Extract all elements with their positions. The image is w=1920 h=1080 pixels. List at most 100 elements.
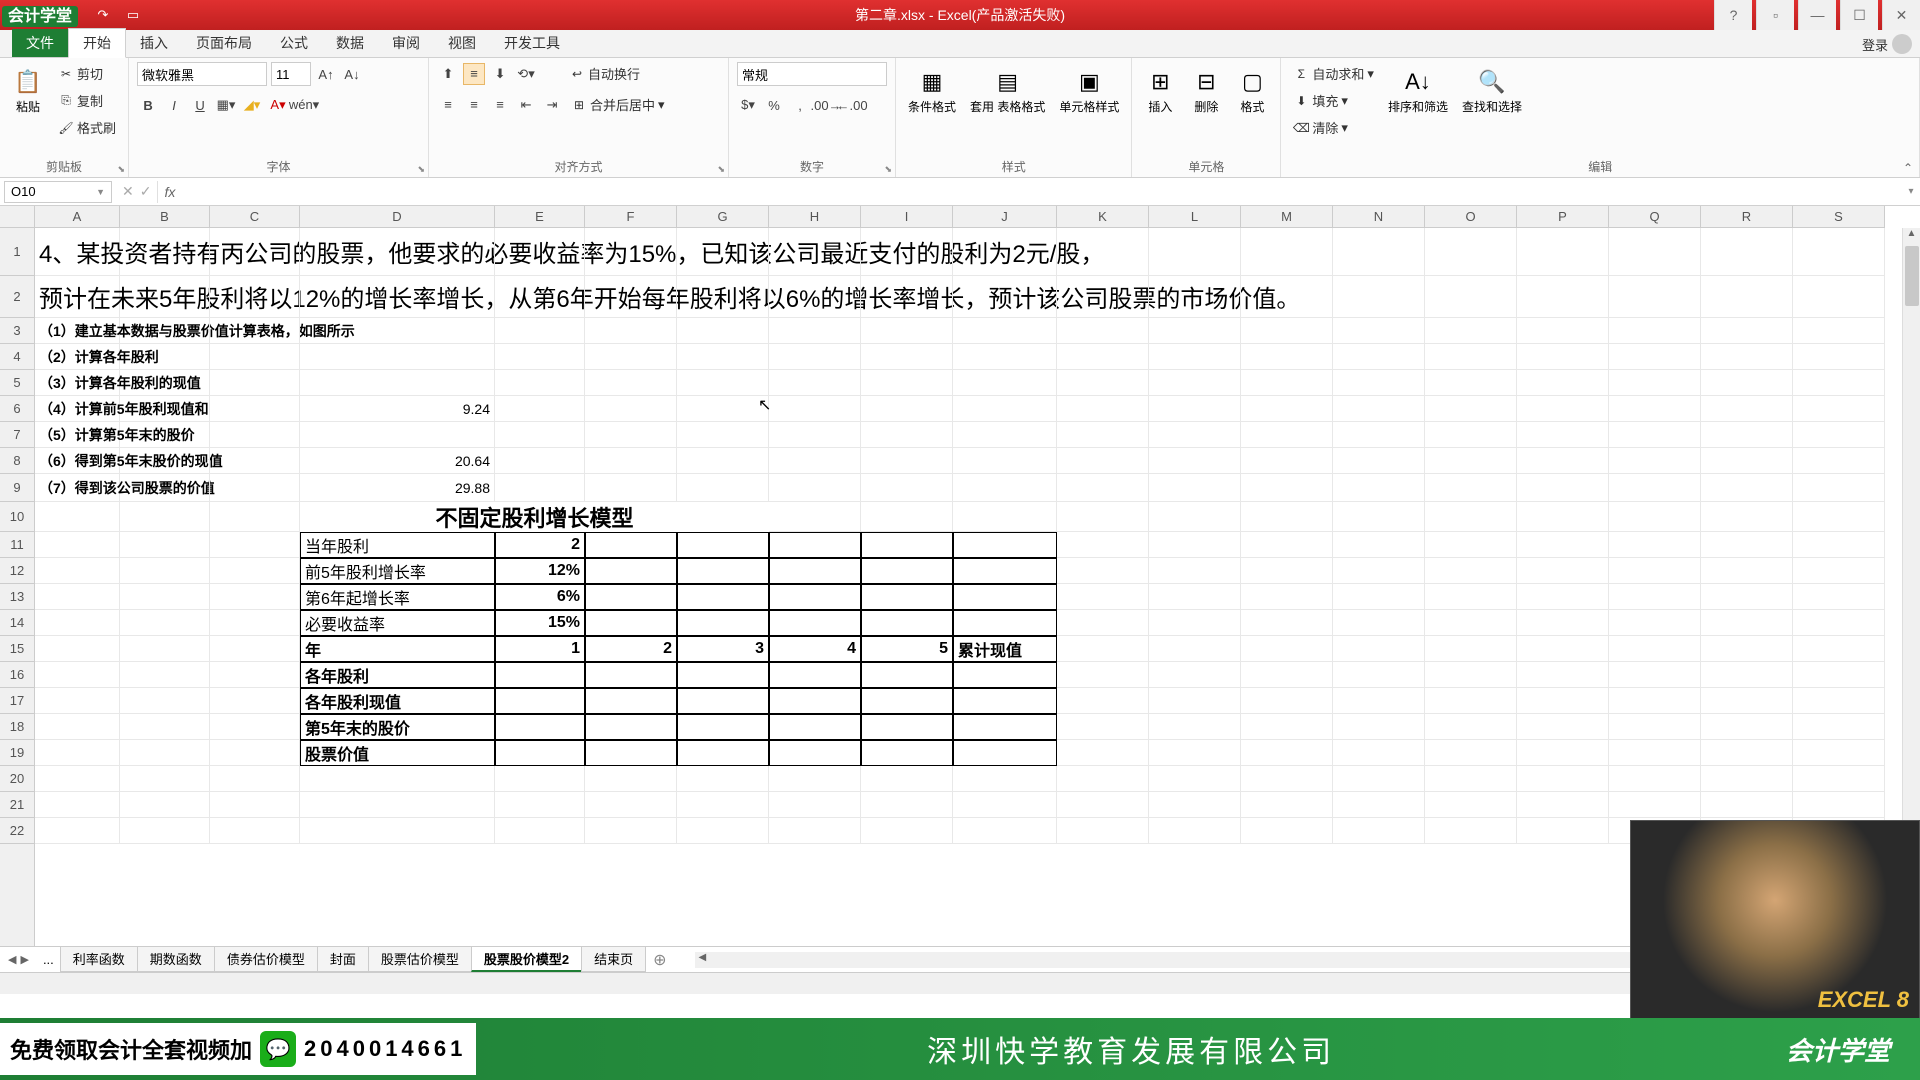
- cell[interactable]: [210, 662, 300, 688]
- cell[interactable]: [1793, 474, 1885, 502]
- copy-button[interactable]: ⎘复制: [54, 89, 120, 112]
- scroll-left-icon[interactable]: ◀: [699, 952, 707, 963]
- table-cell[interactable]: 2: [585, 636, 677, 662]
- cell[interactable]: [210, 688, 300, 714]
- cell[interactable]: [35, 714, 120, 740]
- cell[interactable]: [585, 396, 677, 422]
- table-cell[interactable]: [677, 532, 769, 558]
- cell[interactable]: [300, 422, 495, 448]
- ribbon-options-button[interactable]: ▫: [1756, 0, 1794, 30]
- tab-view[interactable]: 视图: [434, 29, 490, 57]
- column-header[interactable]: M: [1241, 206, 1333, 227]
- cell[interactable]: [769, 502, 861, 532]
- find-select-button[interactable]: 🔍查找和选择: [1458, 62, 1526, 118]
- cell[interactable]: [1425, 766, 1517, 792]
- cell[interactable]: [861, 370, 953, 396]
- cell[interactable]: [953, 228, 1057, 276]
- tab-layout[interactable]: 页面布局: [182, 29, 266, 57]
- cell[interactable]: [953, 766, 1057, 792]
- cell[interactable]: [1149, 448, 1241, 474]
- table-cell[interactable]: [953, 532, 1057, 558]
- align-left-icon[interactable]: ≡: [437, 94, 459, 116]
- cell[interactable]: [1241, 636, 1333, 662]
- cell[interactable]: [1609, 662, 1701, 688]
- cell[interactable]: [1241, 448, 1333, 474]
- cell[interactable]: [861, 344, 953, 370]
- cell[interactable]: [120, 318, 210, 344]
- cell[interactable]: [1149, 610, 1241, 636]
- orientation-icon[interactable]: ⟲▾: [515, 63, 537, 85]
- cell[interactable]: [953, 422, 1057, 448]
- cell[interactable]: [1149, 636, 1241, 662]
- cell[interactable]: [1609, 584, 1701, 610]
- cell[interactable]: [1793, 344, 1885, 370]
- cell[interactable]: [1517, 318, 1609, 344]
- table-cell[interactable]: 1: [495, 636, 585, 662]
- cell[interactable]: [953, 448, 1057, 474]
- table-cell[interactable]: 股票价值: [300, 740, 495, 766]
- formula-input[interactable]: [181, 181, 1902, 203]
- cell[interactable]: [1425, 662, 1517, 688]
- table-cell[interactable]: [769, 662, 861, 688]
- sheet-tab[interactable]: 利率函数: [60, 947, 138, 972]
- cell[interactable]: [1609, 228, 1701, 276]
- sheet-tab[interactable]: 股票估价模型: [368, 947, 472, 972]
- column-header[interactable]: O: [1425, 206, 1517, 227]
- cell[interactable]: [1057, 396, 1149, 422]
- cell[interactable]: [1609, 318, 1701, 344]
- row-header[interactable]: 9: [0, 474, 34, 502]
- sheet-tab[interactable]: 期数函数: [137, 947, 215, 972]
- cell[interactable]: [1057, 766, 1149, 792]
- cancel-formula-icon[interactable]: ✕: [122, 183, 134, 200]
- cell[interactable]: [1057, 318, 1149, 344]
- cell[interactable]: [35, 740, 120, 766]
- cell[interactable]: [1701, 344, 1793, 370]
- fx-icon[interactable]: fx: [158, 184, 181, 200]
- cell[interactable]: [1241, 276, 1333, 318]
- cell[interactable]: [1609, 558, 1701, 584]
- cell[interactable]: [1609, 688, 1701, 714]
- table-cell[interactable]: [953, 610, 1057, 636]
- cell[interactable]: [953, 502, 1057, 532]
- cell[interactable]: [1333, 448, 1425, 474]
- cell[interactable]: [495, 318, 585, 344]
- cell[interactable]: [210, 532, 300, 558]
- cell[interactable]: [585, 344, 677, 370]
- cell[interactable]: [953, 344, 1057, 370]
- cell[interactable]: [585, 318, 677, 344]
- cell[interactable]: [35, 502, 120, 532]
- cell[interactable]: [1057, 370, 1149, 396]
- cell[interactable]: 9.24: [300, 396, 495, 422]
- cell[interactable]: [769, 792, 861, 818]
- cell[interactable]: [495, 448, 585, 474]
- tab-file[interactable]: 文件: [12, 29, 68, 57]
- cell[interactable]: [1057, 792, 1149, 818]
- cell[interactable]: [1241, 502, 1333, 532]
- cell[interactable]: 29.88: [300, 474, 495, 502]
- qat-new-icon[interactable]: ▭: [122, 4, 144, 26]
- cell[interactable]: [35, 818, 120, 844]
- column-header[interactable]: G: [677, 206, 769, 227]
- cell[interactable]: [861, 502, 953, 532]
- cell[interactable]: [585, 792, 677, 818]
- table-cell[interactable]: [953, 558, 1057, 584]
- cell[interactable]: 预计在未来5年股利将以12%的增长率增长，从第6年开始每年股利将以6%的增长率增…: [35, 276, 120, 318]
- cell[interactable]: [210, 276, 300, 318]
- cell[interactable]: [120, 532, 210, 558]
- cell[interactable]: [1517, 396, 1609, 422]
- cell[interactable]: [1609, 344, 1701, 370]
- border-button[interactable]: ▦▾: [215, 94, 237, 116]
- cell[interactable]: [1701, 558, 1793, 584]
- row-header[interactable]: 14: [0, 610, 34, 636]
- cell[interactable]: [1517, 584, 1609, 610]
- cell[interactable]: [769, 448, 861, 474]
- font-size-select[interactable]: [271, 62, 311, 86]
- table-cell[interactable]: [495, 662, 585, 688]
- table-cell[interactable]: [769, 558, 861, 584]
- cell[interactable]: [210, 318, 300, 344]
- cell[interactable]: [210, 740, 300, 766]
- cell[interactable]: [1701, 370, 1793, 396]
- table-cell[interactable]: [677, 714, 769, 740]
- cell[interactable]: [677, 792, 769, 818]
- cell[interactable]: [1149, 584, 1241, 610]
